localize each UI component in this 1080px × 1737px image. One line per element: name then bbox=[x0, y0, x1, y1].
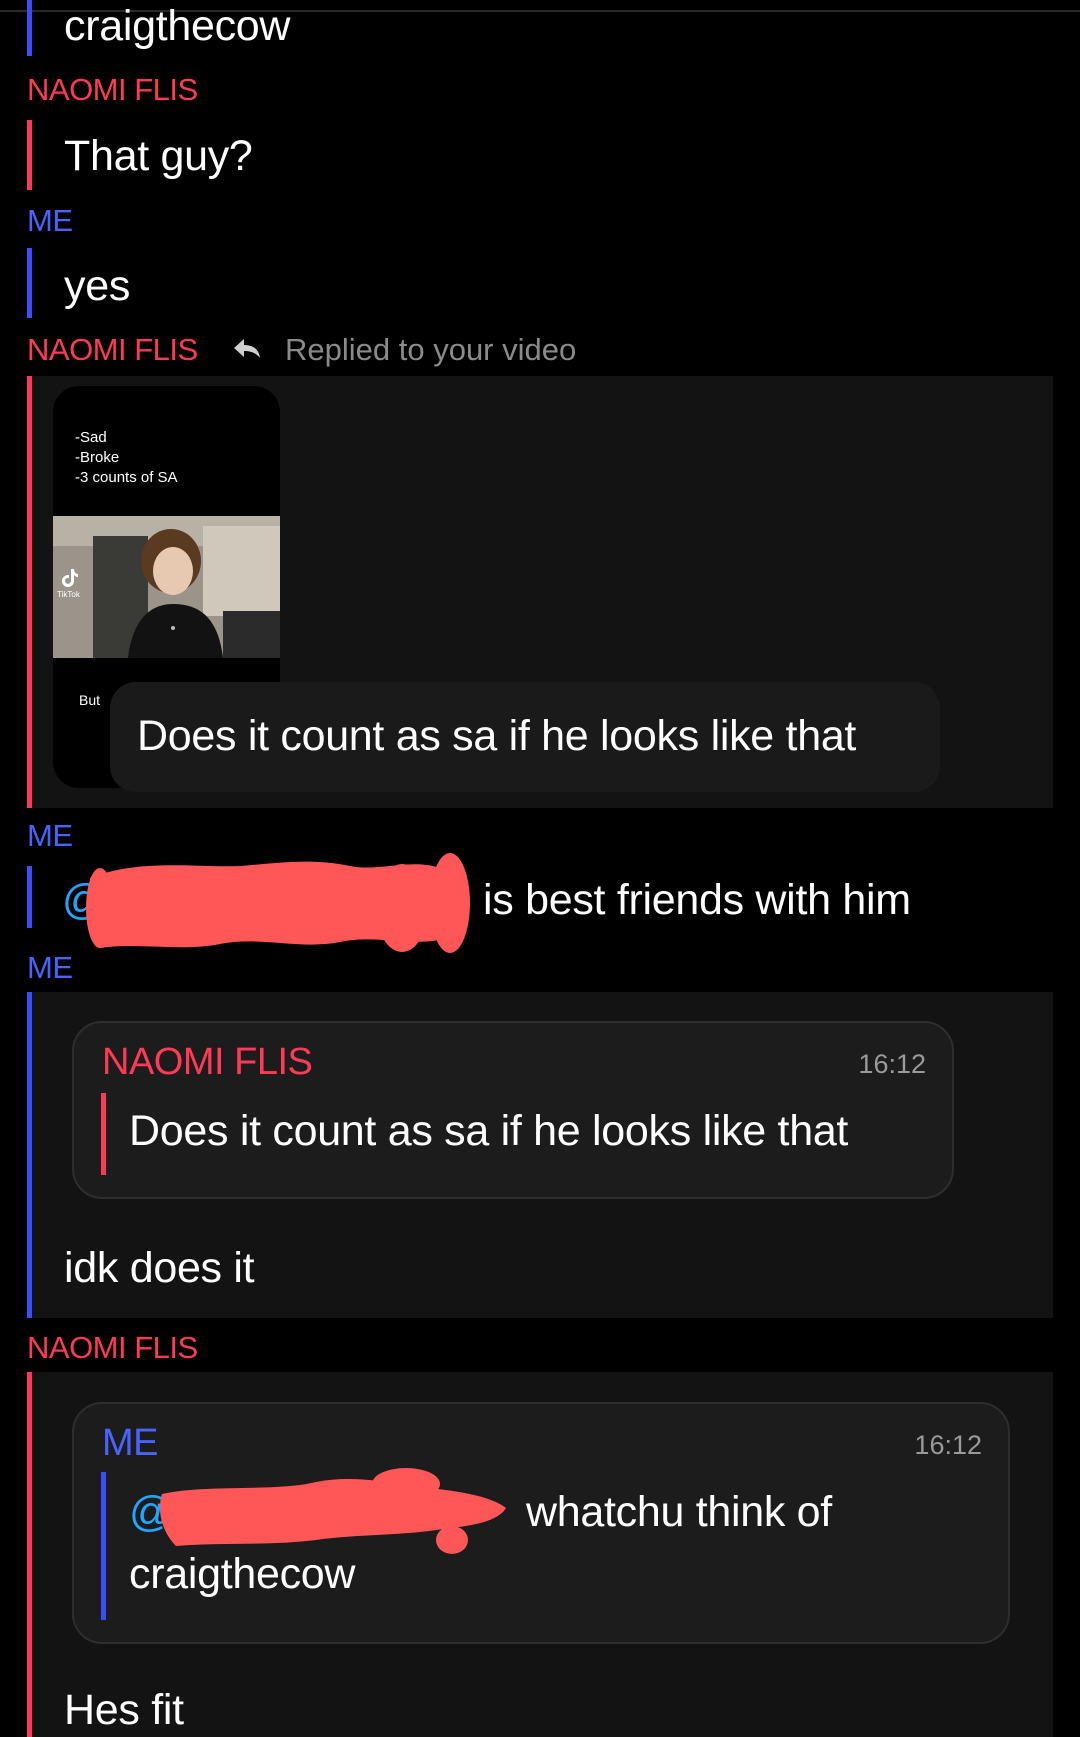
message-text[interactable]: craigthecow bbox=[64, 2, 290, 51]
message-bar bbox=[27, 866, 32, 928]
sender-name: ME bbox=[27, 203, 73, 238]
message-text[interactable]: Hes fit bbox=[64, 1686, 184, 1735]
quoted-text: Does it count as sa if he looks like tha… bbox=[129, 1107, 849, 1155]
message-bar bbox=[27, 120, 32, 190]
reply-arrow-icon bbox=[234, 339, 260, 358]
quoted-timestamp: 16:12 bbox=[858, 1049, 926, 1079]
sender-name: NAOMI FLIS bbox=[27, 72, 198, 107]
video-caption-line: -Broke bbox=[75, 449, 120, 466]
sender-name: ME bbox=[27, 818, 73, 853]
quoted-timestamp: 16:12 bbox=[914, 1430, 982, 1460]
quoted-message[interactable]: ME 16:12 @ whatchu think of craigthecow bbox=[72, 1402, 1010, 1644]
video-caption-line: -3 counts of SA bbox=[75, 469, 178, 486]
message-bar bbox=[27, 248, 32, 318]
message-text[interactable]: idk does it bbox=[64, 1244, 255, 1293]
quoted-text: whatchu think of bbox=[526, 1488, 832, 1536]
message-bar bbox=[27, 376, 32, 808]
message-text[interactable]: yes bbox=[64, 262, 130, 311]
tiktok-label: TikTok bbox=[57, 590, 80, 599]
redaction-scribble bbox=[86, 853, 470, 953]
message-bar bbox=[27, 0, 32, 56]
sender-name: NAOMI FLIS bbox=[27, 332, 198, 367]
message-text[interactable]: That guy? bbox=[64, 132, 253, 181]
message-bubble[interactable]: Does it count as sa if he looks like tha… bbox=[110, 682, 940, 792]
message-text: Does it count as sa if he looks like tha… bbox=[137, 712, 857, 760]
video-frame-image: TikTok bbox=[53, 516, 280, 658]
video-caption: -Sad -Broke -3 counts of SA bbox=[75, 428, 178, 488]
quoted-message[interactable]: NAOMI FLIS 16:12 Does it count as sa if … bbox=[72, 1021, 954, 1199]
message-text[interactable]: is best friends with him bbox=[483, 876, 911, 925]
message-bar bbox=[27, 992, 32, 1318]
quote-bar bbox=[101, 1093, 106, 1175]
sender-name: NAOMI FLIS bbox=[27, 1330, 198, 1365]
redaction-scribble bbox=[159, 1468, 506, 1554]
quoted-sender: NAOMI FLIS bbox=[102, 1041, 313, 1083]
video-caption-line: -Sad bbox=[75, 429, 107, 446]
quoted-sender: ME bbox=[102, 1422, 159, 1464]
replied-to-label: Replied to your video bbox=[285, 332, 577, 367]
message-bar bbox=[27, 1372, 32, 1737]
quote-bar bbox=[101, 1472, 106, 1620]
quoted-text: craigthecow bbox=[129, 1550, 356, 1598]
video-footer-text: But bbox=[79, 692, 101, 708]
sender-name: ME bbox=[27, 950, 73, 985]
